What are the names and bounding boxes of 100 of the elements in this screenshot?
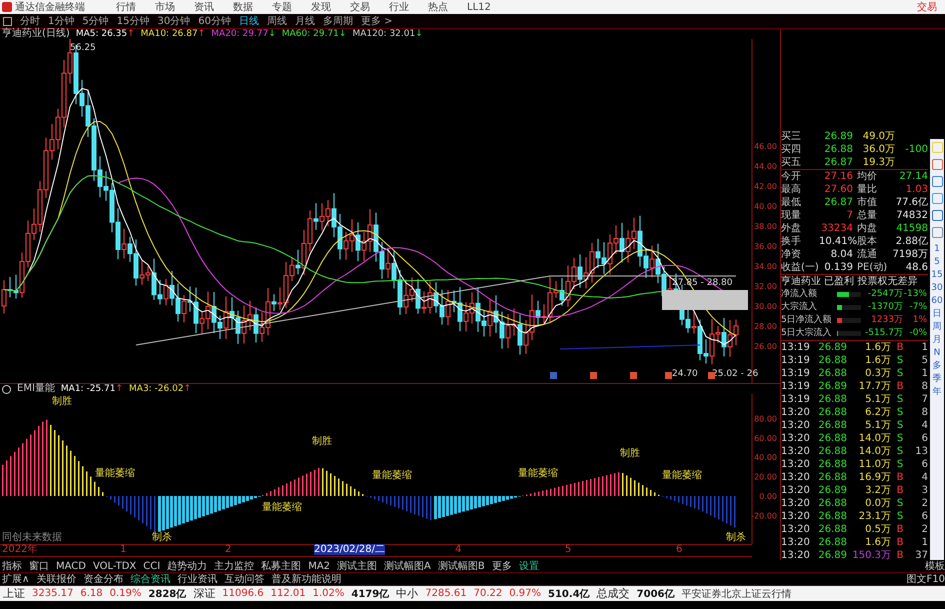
f10-button[interactable]: 图文F10 bbox=[906, 572, 945, 586]
menu-item[interactable]: 数据 bbox=[233, 0, 253, 14]
flow-amount: -1370万 bbox=[866, 301, 903, 314]
indicator-tab[interactable]: 更多 bbox=[492, 559, 512, 573]
tick-volume: 150.3万 bbox=[851, 549, 891, 560]
stat-label: 均价 bbox=[856, 170, 878, 183]
stat-label: PE(动) bbox=[856, 261, 888, 274]
broker-text: 平安证券北京上证云行情 bbox=[682, 588, 792, 600]
tick-count: 4 bbox=[920, 471, 928, 484]
indicator-tab[interactable]: MACD bbox=[56, 560, 86, 572]
period-tab[interactable]: 1分钟 bbox=[48, 14, 74, 28]
tick-count: 2 bbox=[920, 523, 928, 536]
trade-link[interactable]: 交易 bbox=[917, 0, 937, 14]
info-tab[interactable]: 互动问答 bbox=[224, 572, 264, 586]
menu-item[interactable]: 市场 bbox=[155, 0, 175, 14]
menu-item[interactable]: 发现 bbox=[311, 0, 331, 14]
stat-value: 27.60 bbox=[823, 183, 853, 196]
period-tab[interactable]: 周线 bbox=[266, 14, 287, 28]
indicator-tab[interactable]: VOL-TDX bbox=[92, 560, 136, 572]
period-tab[interactable]: 更多 > bbox=[360, 14, 393, 28]
axis-label: 44.00 bbox=[754, 162, 777, 171]
tick-volume: 6.2万 bbox=[864, 406, 891, 419]
indicator-tab[interactable]: 指标 bbox=[2, 559, 22, 573]
tick-count: 6 bbox=[920, 510, 928, 523]
indicator-tab[interactable]: 趋势动力 bbox=[167, 559, 208, 573]
tick-price: 26.88 bbox=[817, 419, 847, 432]
info-tab[interactable]: 资金分布 bbox=[83, 572, 124, 586]
tick-volume: 16.9万 bbox=[858, 471, 891, 484]
indicator-tab[interactable]: 私募主图 bbox=[261, 559, 302, 573]
stat-label: 总量 bbox=[856, 209, 878, 222]
period-tab[interactable]: 多周期 bbox=[322, 14, 353, 28]
date-label: 4 bbox=[455, 544, 462, 555]
tick-time: 13:20 bbox=[781, 484, 811, 497]
menu-item[interactable]: 专题 bbox=[272, 0, 292, 14]
period-tab[interactable]: 5分钟 bbox=[82, 14, 109, 28]
tick-side: B bbox=[896, 471, 904, 484]
period-shortcut[interactable]: 1 bbox=[934, 244, 940, 255]
period-shortcut[interactable]: 日 bbox=[932, 309, 942, 320]
signal-label: 量能萎缩 bbox=[518, 468, 558, 479]
stat-label: 现量 bbox=[781, 209, 802, 222]
indicator-tab[interactable]: MA2 bbox=[308, 560, 330, 572]
tick-time: 13:20 bbox=[781, 536, 811, 549]
period-shortcut[interactable]: 60 bbox=[931, 296, 943, 307]
info-tab[interactable]: 行业资讯 bbox=[177, 572, 218, 586]
menu-item[interactable]: 交易 bbox=[350, 0, 370, 14]
stat-value: 0.139 bbox=[823, 261, 853, 274]
period-shortcut[interactable]: 年 bbox=[932, 387, 942, 398]
tick-volume: 14.0万 bbox=[858, 445, 891, 458]
signal-label: 制杀 bbox=[152, 532, 172, 543]
axis-label: 46.00 bbox=[754, 142, 777, 151]
axis-label: 60.00 bbox=[754, 434, 777, 443]
menu-item[interactable]: 行业 bbox=[389, 0, 409, 14]
axis-label: 20.00 bbox=[754, 472, 777, 482]
template-button[interactable]: 模板 bbox=[925, 559, 945, 573]
stat-value: 33234 bbox=[820, 222, 853, 235]
menu-item[interactable]: 行情 bbox=[116, 0, 136, 14]
period-tab[interactable]: 日线 bbox=[238, 14, 259, 28]
tick-time: 13:20 bbox=[781, 523, 811, 536]
info-tab[interactable]: 关联报价 bbox=[36, 572, 76, 586]
indicator-tab[interactable]: 主力监控 bbox=[214, 559, 254, 573]
tick-count: 4 bbox=[920, 419, 928, 432]
period-shortcut[interactable]: 15 bbox=[931, 270, 943, 281]
info-tab[interactable]: 综合资讯 bbox=[130, 572, 170, 586]
period-tab[interactable]: 60分钟 bbox=[198, 14, 231, 28]
stat-label: 外盘 bbox=[781, 222, 802, 235]
period-shortcut[interactable]: 5 bbox=[934, 257, 940, 268]
period-tab[interactable]: 分时 bbox=[20, 14, 40, 28]
period-shortcut[interactable]: 多 bbox=[932, 361, 942, 372]
indicator-tab[interactable]: 设置 bbox=[518, 559, 539, 573]
total-turnover-value: 7006亿 bbox=[636, 588, 674, 600]
flow-percent: 1% bbox=[912, 314, 928, 327]
stat-value: 7198万 bbox=[892, 248, 928, 261]
info-tab[interactable]: 扩展∧ bbox=[2, 572, 30, 586]
menu-item[interactable]: 资讯 bbox=[194, 0, 214, 14]
indicator-tab[interactable]: 测试主图 bbox=[337, 559, 378, 573]
indicator-tab[interactable]: 测试幅图B bbox=[438, 559, 485, 573]
period-tab[interactable]: 30分钟 bbox=[157, 14, 190, 28]
info-tab[interactable]: 普及新功能说明 bbox=[271, 572, 342, 586]
menu-item[interactable]: 热点 bbox=[428, 0, 448, 14]
price-label: 24.70 bbox=[672, 369, 698, 379]
period-shortcut[interactable]: N bbox=[934, 348, 940, 359]
indicator-tab[interactable]: 窗口 bbox=[29, 559, 49, 573]
tick-side: S bbox=[896, 432, 904, 445]
tick-time: 13:19 bbox=[781, 393, 811, 406]
tick-time: 13:19 bbox=[781, 341, 811, 354]
axis-label: 30.00 bbox=[754, 302, 777, 311]
period-tab[interactable]: 月线 bbox=[294, 14, 315, 28]
period-shortcut[interactable]: 30 bbox=[931, 283, 943, 294]
period-shortcut[interactable]: 季 bbox=[932, 374, 942, 385]
flow-amount: -515.7万 bbox=[864, 327, 903, 340]
period-shortcut[interactable]: 周 bbox=[932, 322, 942, 333]
tick-side: S bbox=[896, 497, 904, 510]
tick-count: 1 bbox=[920, 536, 928, 549]
period-tab[interactable]: 15分钟 bbox=[116, 14, 150, 28]
tick-price: 26.89 bbox=[817, 380, 847, 393]
indicator-tab[interactable]: CCI bbox=[143, 560, 160, 572]
menu-item[interactable]: LL12 bbox=[467, 2, 491, 12]
indicator-tab[interactable]: 测试幅图A bbox=[384, 559, 431, 573]
period-shortcut[interactable]: 月 bbox=[932, 335, 942, 346]
order-volume: 49.0万 bbox=[862, 130, 895, 143]
